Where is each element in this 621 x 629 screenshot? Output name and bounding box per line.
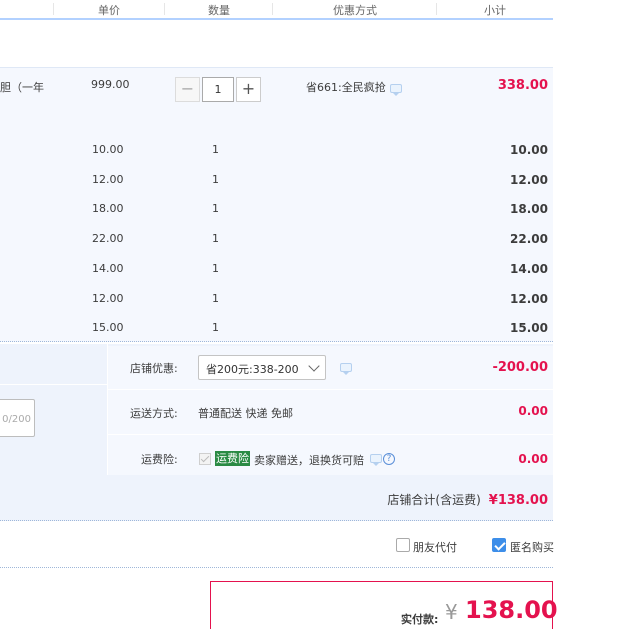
sub-item-price: 10.00 [92,143,124,156]
shop-promo-amount: -200.00 [492,360,548,375]
quantity-input[interactable]: 1 [202,77,234,102]
help-icon[interactable]: ? [383,453,395,465]
table-header: 单价 数量 优惠方式 小计 [0,0,553,20]
insurance-amount: 0.00 [518,452,548,466]
anonymous-purchase-checkbox[interactable] [492,538,506,552]
sub-item-quantity: 1 [212,232,219,245]
currency-symbol: ¥ [445,600,458,624]
payment-amount: 138.00 [465,596,558,624]
header-col-price: 单价 [98,4,120,17]
header-col-discount: 优惠方式 [333,4,377,17]
sub-item-quantity: 1 [212,292,219,305]
comment-icon[interactable] [390,84,402,96]
sub-item-price: 12.00 [92,173,124,186]
divider [108,389,553,390]
sub-item-quantity: 1 [212,262,219,275]
insurance-tag: 运费险 [215,451,250,466]
shop-promo-selected: 省200元:338-200 [206,363,299,376]
insurance-description: 卖家赠送，退换货可赔 [254,454,364,467]
payment-summary-box: 实付款: ¥ 138.00 [210,581,558,629]
message-area: 0/200 [0,344,107,475]
order-items-panel: 胆（一年 999.00 − 1 + 省661:全民疯抢 338.00 10.00… [0,67,553,342]
sub-item-price: 12.00 [92,292,124,305]
message-counter: 0/200 [2,414,31,425]
sub-item-price: 18.00 [92,202,124,215]
sub-item-subtotal: 12.00 [510,292,548,306]
shop-promo-label: 店铺优惠: [130,362,178,375]
sub-item-quantity: 1 [212,173,219,186]
comment-icon[interactable] [340,363,352,375]
shop-total-label: 店铺合计(含运费) [387,493,481,507]
chevron-down-icon [308,360,320,372]
header-divider [272,3,273,15]
sub-item-subtotal: 10.00 [510,143,548,157]
sub-item-quantity: 1 [212,143,219,156]
item-title-fragment[interactable]: 胆（一年 [0,79,44,95]
header-divider [53,3,54,15]
decrease-quantity-button[interactable]: − [175,77,200,102]
sub-item-subtotal: 14.00 [510,262,548,276]
sub-item-price: 22.00 [92,232,124,245]
header-col-subtotal: 小计 [484,4,506,17]
sub-item-subtotal: 15.00 [510,321,548,335]
item-price: 999.00 [91,78,130,91]
item-discount-label: 省661:全民疯抢 [306,81,386,94]
divider [0,567,553,568]
friend-pay-checkbox[interactable] [396,538,410,552]
shop-promo-select[interactable]: 省200元:338-200 [198,355,326,380]
divider [108,434,553,435]
sub-item-quantity: 1 [212,321,219,334]
shop-total-value: ¥138.00 [488,493,548,508]
sub-item-price: 15.00 [92,321,124,334]
header-col-quantity: 数量 [208,4,230,17]
increase-quantity-button[interactable]: + [236,77,261,102]
item-subtotal: 338.00 [497,78,548,93]
comment-icon[interactable] [370,454,382,466]
friend-pay-label[interactable]: 朋友代付 [413,539,457,555]
sub-item-price: 14.00 [92,262,124,275]
sub-item-subtotal: 12.00 [510,173,548,187]
header-divider [436,3,437,15]
header-divider [164,3,165,15]
shop-summary-panel: 0/200 店铺优惠: 省200元:338-200 -200.00 运送方式: … [0,344,553,521]
shipping-value: 普通配送 快递 免邮 [198,407,293,420]
payment-label: 实付款: [401,613,439,626]
shop-total-line: 店铺合计(含运费) ¥138.00 [387,491,548,508]
sub-item-quantity: 1 [212,202,219,215]
sub-item-subtotal: 22.00 [510,232,548,246]
shipping-amount: 0.00 [518,404,548,418]
anonymous-purchase-label[interactable]: 匿名购买 [510,539,554,555]
insurance-checkbox [199,453,211,465]
shipping-label: 运送方式: [130,407,178,420]
divider [0,384,107,385]
order-confirm-page: 单价 数量 优惠方式 小计 胆（一年 999.00 − 1 + 省661:全民疯… [0,0,621,629]
insurance-label: 运费险: [141,453,178,466]
sub-item-subtotal: 18.00 [510,202,548,216]
buyer-message-field[interactable]: 0/200 [0,399,35,437]
